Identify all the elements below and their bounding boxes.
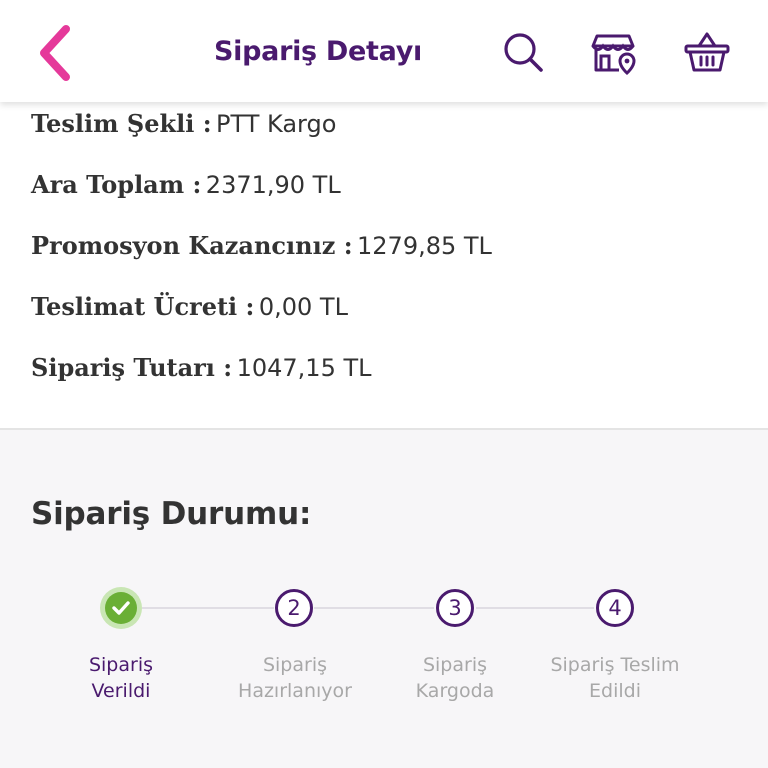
page-title: Sipariş Detayı — [214, 36, 422, 67]
store-locator-button[interactable] — [589, 26, 641, 78]
detail-label: Promosyon Kazancınız : — [31, 231, 353, 260]
step-number: 3 — [436, 589, 474, 627]
detail-value: 0,00 TL — [258, 293, 348, 321]
detail-row-promotion: Promosyon Kazancınız : 1279,85 TL — [31, 226, 492, 266]
step-connector — [476, 607, 594, 609]
detail-label: Teslim Şekli : — [31, 109, 212, 138]
step-4-label: Sipariş Teslim Edildi — [550, 654, 680, 702]
order-details: Teslim Şekli : PTT Kargo Ara Toplam : 23… — [0, 102, 768, 428]
basket-button[interactable] — [681, 26, 733, 78]
detail-label: Ara Toplam : — [31, 170, 202, 199]
search-icon — [504, 33, 543, 72]
step-connector — [314, 607, 434, 609]
back-chevron-icon — [40, 25, 70, 81]
detail-value: PTT Kargo — [216, 110, 337, 138]
step-number: 4 — [596, 589, 634, 627]
checkmark-icon — [112, 601, 130, 615]
detail-label: Teslimat Ücreti : — [31, 292, 255, 321]
detail-value: 1279,85 TL — [357, 232, 492, 260]
step-2-label: Sipariş Hazırlanıyor — [238, 654, 352, 702]
detail-row-order-total: Sipariş Tutarı : 1047,15 TL — [31, 348, 372, 388]
step-4-indicator: 4 — [594, 587, 636, 629]
detail-row-shipping-fee: Teslimat Ücreti : 0,00 TL — [31, 287, 348, 327]
app-header: Sipariş Detayı — [0, 0, 768, 102]
step-connector — [142, 607, 274, 609]
detail-value: 2371,90 TL — [205, 171, 341, 199]
detail-row-delivery-method: Teslim Şekli : PTT Kargo — [31, 104, 336, 144]
step-2-indicator: 2 — [273, 587, 315, 629]
basket-icon — [684, 32, 730, 72]
status-title: Sipariş Durumu: — [31, 496, 312, 532]
detail-label: Sipariş Tutarı : — [31, 353, 233, 382]
back-button[interactable] — [26, 20, 82, 86]
detail-row-subtotal: Ara Toplam : 2371,90 TL — [31, 165, 341, 205]
store-location-icon — [591, 34, 636, 75]
step-number: 2 — [275, 589, 313, 627]
step-1-indicator — [100, 587, 142, 629]
detail-value: 1047,15 TL — [236, 354, 372, 382]
order-status-section: Sipariş Durumu: 2 3 4 Sipariş Verildi Si… — [0, 430, 768, 768]
step-3-label: Sipariş Kargoda — [415, 654, 495, 702]
step-3-indicator: 3 — [434, 587, 476, 629]
search-button[interactable] — [497, 26, 549, 78]
step-1-label: Sipariş Verildi — [88, 654, 154, 702]
